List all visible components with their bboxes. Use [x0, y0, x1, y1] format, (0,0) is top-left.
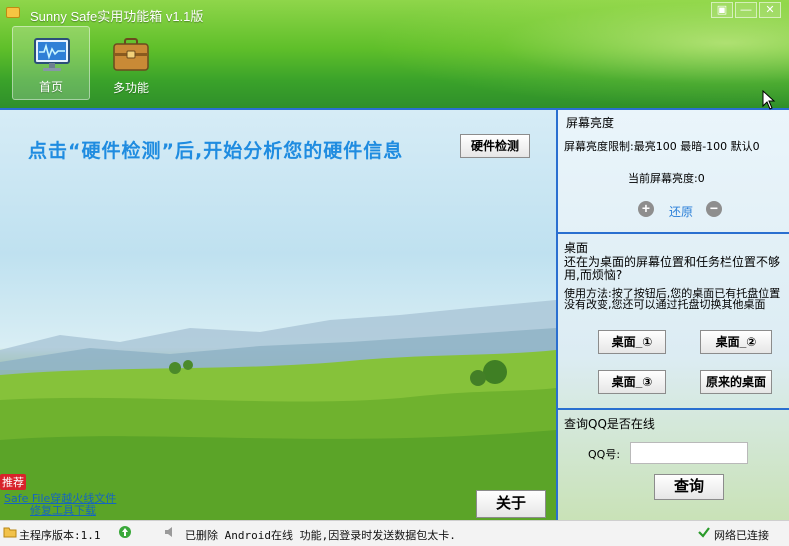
desktop-3-button[interactable]: 桌面_③ [598, 370, 666, 394]
right-panel: 屏幕亮度 屏幕亮度限制:最亮100 最暗-100 默认0 当前屏幕亮度:0 + … [556, 108, 789, 520]
close-button[interactable]: ✕ [759, 2, 781, 18]
brightness-limits: 屏幕亮度限制:最亮100 最暗-100 默认0 [564, 140, 760, 153]
toolbox-icon [113, 38, 149, 71]
status-message: 已删除 Android在线 功能,因登录时发送数据包太卡. [185, 529, 456, 542]
qq-title: 查询QQ是否在线 [564, 417, 655, 431]
hardware-detect-button[interactable]: 硬件检测 [460, 134, 530, 158]
window-title: Sunny Safe实用功能箱 v1.1版 [30, 9, 204, 24]
restore-brightness-button[interactable]: 还原 [669, 203, 693, 220]
decrease-brightness-button[interactable]: − [706, 201, 722, 217]
desktop-question: 还在为桌面的屏幕位置和任务栏位置不够用,而烦恼? [564, 255, 781, 282]
check-icon [698, 527, 710, 538]
desktop-2-button[interactable]: 桌面_② [700, 330, 772, 354]
headline-text: 点击“硬件检测”后,开始分析您的硬件信息 [28, 140, 404, 162]
qq-number-input[interactable] [630, 442, 748, 464]
desktop-section: 桌面 还在为桌面的屏幕位置和任务栏位置不够用,而烦恼? 使用方法:按了按钮后,您… [558, 236, 789, 410]
brightness-section: 屏幕亮度 屏幕亮度限制:最亮100 最暗-100 默认0 当前屏幕亮度:0 + … [558, 110, 789, 234]
minimize-button[interactable]: — [735, 2, 757, 18]
title-bar: Sunny Safe实用功能箱 v1.1版 ▣ — ✕ 首页 多功能 [0, 0, 789, 108]
desktop-usage: 使用方法:按了按钮后,您的桌面已有托盘位置没有改变,您还可以通过托盘切换其他桌面 [564, 287, 781, 311]
repair-tool-download-link[interactable]: 修复工具下载 [30, 502, 96, 518]
increase-brightness-button[interactable]: + [638, 201, 654, 217]
speaker-icon [165, 527, 172, 537]
update-icon[interactable] [118, 525, 132, 539]
current-brightness: 当前屏幕亮度:0 [628, 172, 705, 185]
network-status: 网络已连接 [714, 529, 769, 542]
nav-multifunction[interactable]: 多功能 [92, 26, 170, 100]
version-text: 主程序版本:1.1 [19, 529, 101, 542]
skin-button[interactable]: ▣ [711, 2, 733, 18]
status-bar: 主程序版本:1.1 已删除 Android在线 功能,因登录时发送数据包太卡. … [0, 520, 789, 546]
nav-home-label: 首页 [38, 80, 63, 94]
about-button[interactable]: 关于 [476, 490, 546, 518]
nav-home[interactable]: 首页 [12, 26, 90, 100]
desktop-title: 桌面 [564, 241, 589, 255]
brightness-title: 屏幕亮度 [566, 116, 615, 130]
original-desktop-button[interactable]: 原来的桌面 [700, 370, 772, 394]
main-panel: 点击“硬件检测”后,开始分析您的硬件信息 硬件检测 推荐 Safe File穿越… [0, 108, 556, 520]
qq-query-button[interactable]: 查询 [654, 474, 724, 500]
recommend-tag: 推荐 [0, 474, 26, 490]
monitor-icon [34, 38, 70, 71]
nav-multifunction-label: 多功能 [112, 81, 149, 95]
window-controls: ▣ — ✕ [711, 2, 781, 18]
mouse-cursor-icon [762, 90, 776, 110]
folder-icon [3, 527, 17, 538]
folder-icon [6, 7, 20, 18]
qq-section: 查询QQ是否在线 QQ号: 查询 [558, 412, 789, 520]
landscape-background [0, 300, 556, 520]
qq-label: QQ号: [588, 448, 621, 461]
desktop-1-button[interactable]: 桌面_① [598, 330, 666, 354]
